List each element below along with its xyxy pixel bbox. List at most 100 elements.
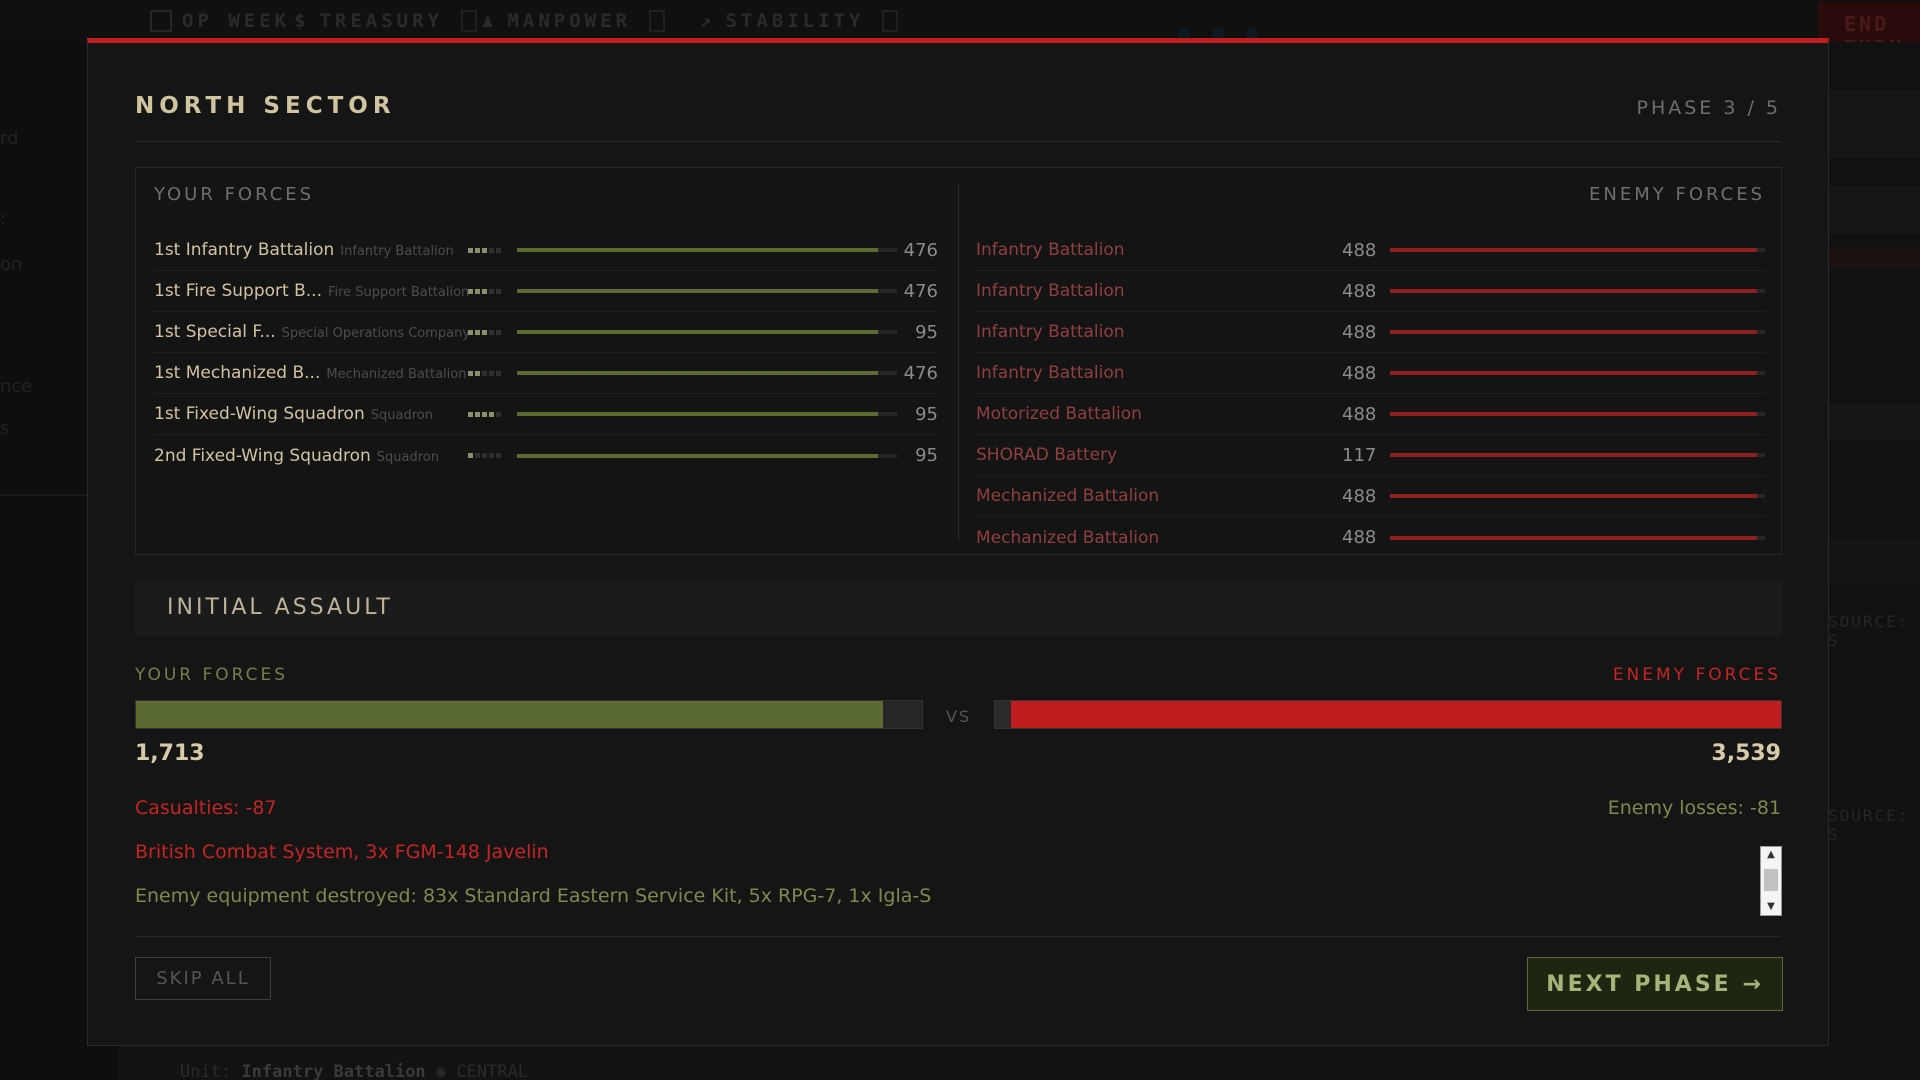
unit-health-fill	[517, 289, 878, 293]
strength-pip	[496, 453, 501, 458]
strength-pip	[496, 288, 501, 294]
divider	[958, 184, 959, 540]
combat-log: British Combat System, 3x FGM-148 Javeli…	[135, 841, 1782, 913]
your-strength-value: 1,713	[135, 741, 205, 766]
your-unit-row[interactable]: 1st Fire Support B... Fire Support Battal…	[154, 271, 938, 312]
enemy-unit-strength: 488	[1342, 239, 1377, 261]
unit-label: 2nd Fixed-Wing Squadron Squadron	[154, 446, 468, 466]
unit-strength: 476	[903, 239, 938, 261]
strength-pip	[475, 411, 480, 417]
strength-pip	[489, 288, 494, 294]
manpower-stat: ♟ MANPOWER	[482, 10, 665, 32]
log-entry: Enemy equipment destroyed: 83x Standard …	[135, 885, 932, 907]
unit-pips	[468, 329, 517, 335]
unit-strength: 95	[915, 445, 938, 466]
enemy-health-fill	[1390, 330, 1758, 334]
enemy-unit-name: Mechanized Battalion	[976, 527, 1160, 548]
unit-health-bar	[517, 248, 897, 252]
unit-strength: 95	[915, 403, 938, 425]
strength-pip	[496, 329, 501, 335]
unit-name: 1st Special F...	[154, 322, 276, 342]
enemy-unit-row[interactable]: Mechanized Battalion 488	[976, 517, 1765, 558]
unit-type: Squadron	[376, 449, 439, 465]
log-scrollbar[interactable]: ▲ ▼	[1760, 846, 1782, 916]
unit-pips	[468, 247, 517, 253]
your-unit-row[interactable]: 1st Infantry Battalion Infantry Battalion…	[154, 230, 938, 271]
strength-pip	[468, 411, 473, 417]
enemy-unit-name: Infantry Battalion	[976, 322, 1125, 342]
strength-pip	[468, 247, 473, 253]
enemy-forces-list: ENEMY FORCES Infantry Battalion 488 Infant…	[976, 168, 1765, 558]
unit-health-bar	[517, 371, 897, 375]
unit-type: Mechanized Battalion	[326, 367, 467, 382]
enemy-unit-row[interactable]: Infantry Battalion 488	[976, 353, 1765, 394]
enemy-unit-name: Infantry Battalion	[976, 363, 1125, 383]
right-panel-block	[1828, 248, 1920, 268]
scroll-up-arrow-icon[interactable]: ▲	[1761, 847, 1781, 863]
unit-health-bar	[517, 412, 897, 416]
unit-pips	[468, 411, 517, 417]
enemy-health-bar	[1390, 289, 1765, 293]
unit-name: 1st Mechanized B...	[154, 363, 321, 383]
right-panel-block	[1828, 540, 1920, 584]
enemy-unit-row[interactable]: Infantry Battalion 488	[976, 312, 1765, 353]
unit-type: Squadron	[370, 408, 433, 423]
enemy-health-fill	[1390, 248, 1758, 252]
phase-name: INITIAL ASSAULT	[167, 595, 393, 620]
end-turn-button[interactable]: END TURN	[1818, 2, 1920, 60]
enemy-unit-strength: 488	[1342, 485, 1377, 507]
next-phase-button[interactable]: NEXT PHASE →	[1527, 957, 1783, 1011]
unit-strength: 95	[915, 321, 938, 343]
your-unit-row[interactable]: 1st Mechanized B... Mechanized Battalion 4…	[154, 353, 938, 394]
log-entry: British Combat System, 3x FGM-148 Javeli…	[135, 841, 549, 863]
strength-pip	[489, 411, 494, 417]
enemy-unit-row[interactable]: Motorized Battalion 488	[976, 394, 1765, 435]
enemy-health-bar	[1390, 453, 1765, 457]
enemy-strength-label: ENEMY FORCES	[1612, 665, 1781, 685]
unit-health-fill	[517, 412, 878, 416]
strength-pip	[468, 453, 473, 458]
strength-pip	[489, 247, 494, 253]
your-unit-row[interactable]: 1st Special F... Special Operations Compa…	[154, 312, 938, 353]
enemy-unit-strength: 488	[1342, 403, 1377, 425]
battle-modal: NORTH SECTOR PHASE 3 / 5 YOUR FORCES 1st…	[87, 38, 1829, 1046]
your-unit-row[interactable]: 1st Fixed-Wing Squadron Squadron 95	[154, 394, 938, 435]
unit-label: 1st Special F... Special Operations Compa…	[154, 322, 468, 342]
right-panel-block	[1828, 90, 1920, 158]
chart-icon: ↗	[700, 10, 716, 32]
enemy-unit-row[interactable]: Infantry Battalion 488	[976, 271, 1765, 312]
phase-counter: PHASE 3 / 5	[1636, 97, 1781, 119]
strength-pip	[475, 329, 480, 335]
enemy-forces-title: ENEMY FORCES	[1589, 184, 1765, 205]
enemy-health-bar	[1390, 330, 1765, 334]
resource-label: SOURCE: S	[1828, 612, 1910, 650]
enemy-unit-name: Infantry Battalion	[976, 240, 1125, 260]
strength-pip	[489, 329, 494, 335]
strength-pip	[482, 288, 487, 294]
casualties-text: Casualties: -87	[135, 797, 277, 819]
person-icon: ♟	[482, 10, 498, 32]
unit-health-fill	[517, 453, 878, 458]
your-unit-row[interactable]: 2nd Fixed-Wing Squadron Squadron 95	[154, 435, 938, 476]
unit-type: Special Operations Company	[281, 326, 468, 341]
unit-health-bar	[517, 289, 897, 293]
enemy-unit-row[interactable]: Infantry Battalion 488	[976, 230, 1765, 271]
scroll-thumb[interactable]	[1764, 869, 1778, 891]
skip-all-button[interactable]: SKIP ALL	[135, 957, 271, 1000]
strength-pip	[468, 288, 473, 294]
enemy-unit-strength: 117	[1342, 444, 1377, 466]
enemy-strength-value: 3,539	[1711, 741, 1781, 766]
enemy-health-fill	[1390, 412, 1758, 416]
strength-pip	[496, 370, 501, 376]
enemy-unit-row[interactable]: SHORAD Battery 117	[976, 435, 1765, 476]
unit-health-bar	[517, 330, 897, 334]
divider	[0, 494, 88, 496]
scroll-down-arrow-icon[interactable]: ▼	[1761, 899, 1781, 915]
unit-health-fill	[517, 248, 878, 252]
unit-type: Infantry Battalion	[340, 244, 454, 259]
enemy-unit-row[interactable]: Mechanized Battalion 488	[976, 476, 1765, 517]
enemy-unit-name: Mechanized Battalion	[976, 486, 1160, 506]
unit-health-bar	[517, 453, 897, 458]
strength-pip	[482, 453, 487, 458]
unit-name: 1st Fire Support B...	[154, 281, 322, 301]
